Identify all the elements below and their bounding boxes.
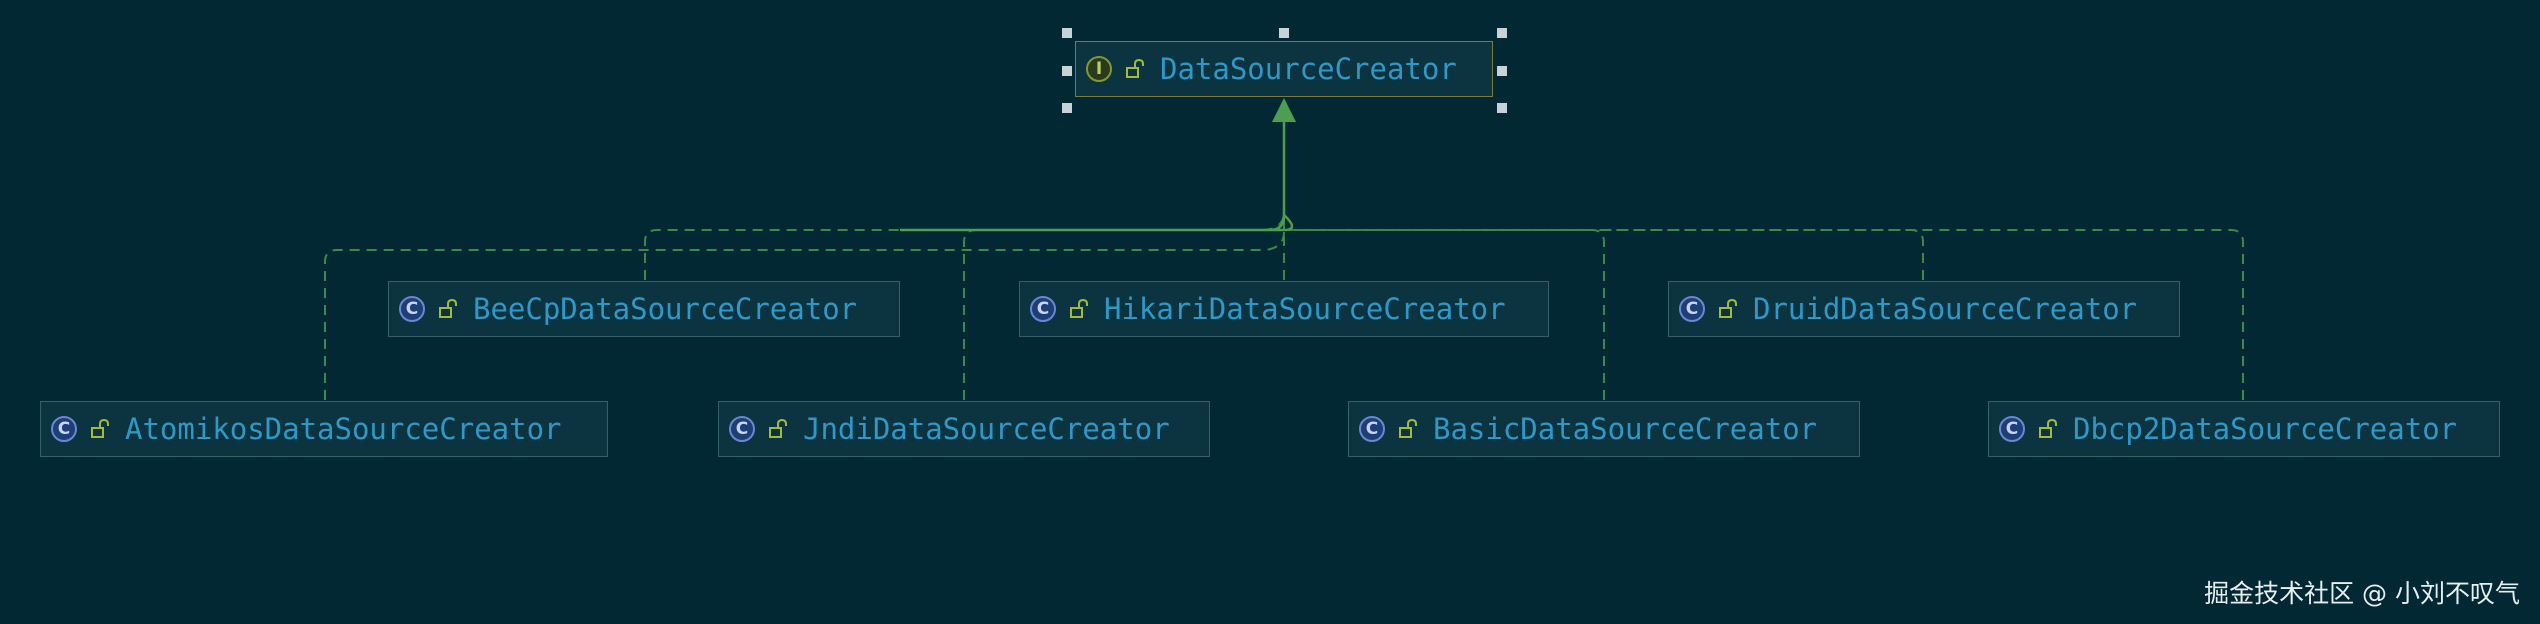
node-datasourcecreator[interactable]: I DataSourceCreator xyxy=(1075,41,1493,97)
class-icon: C xyxy=(399,296,425,322)
selection-handle-mr[interactable] xyxy=(1497,66,1507,76)
node-beecpdatasourcecreator[interactable]: C BeeCpDataSourceCreator xyxy=(388,281,900,337)
interface-icon: I xyxy=(1086,56,1112,82)
edge-highlight xyxy=(899,120,1294,232)
node-label: DruidDataSourceCreator xyxy=(1753,292,2138,326)
selection-handle-br[interactable] xyxy=(1497,103,1507,113)
node-druiddatasourcecreator[interactable]: C DruidDataSourceCreator xyxy=(1668,281,2180,337)
node-hikaridatasourcecreator[interactable]: C HikariDataSourceCreator xyxy=(1019,281,1549,337)
selection-handle-tr[interactable] xyxy=(1497,28,1507,38)
class-icon: C xyxy=(1359,416,1385,442)
selection-handle-tm[interactable] xyxy=(1279,28,1289,38)
node-jndidatasourcecreator[interactable]: C JndiDataSourceCreator xyxy=(718,401,1210,457)
selection-handle-bl[interactable] xyxy=(1062,103,1072,113)
class-icon: C xyxy=(51,416,77,442)
node-label: HikariDataSourceCreator xyxy=(1104,292,1506,326)
selection-handle-ml[interactable] xyxy=(1062,66,1072,76)
node-basicdatasourcecreator[interactable]: C BasicDataSourceCreator xyxy=(1348,401,1860,457)
node-label: Dbcp2DataSourceCreator xyxy=(2073,412,2458,446)
public-unlock-icon xyxy=(91,418,109,438)
node-label: AtomikosDataSourceCreator xyxy=(125,412,562,446)
public-unlock-icon xyxy=(1719,298,1737,318)
public-unlock-icon xyxy=(1399,418,1417,438)
realization-arrowhead xyxy=(1272,98,1296,122)
class-icon: C xyxy=(1030,296,1056,322)
watermark-text: 掘金技术社区 @ 小刘不叹气 xyxy=(2204,579,2520,608)
public-unlock-icon xyxy=(1070,298,1088,318)
public-unlock-icon xyxy=(439,298,457,318)
node-dbcp2datasourcecreator[interactable]: C Dbcp2DataSourceCreator xyxy=(1988,401,2500,457)
class-icon: C xyxy=(1679,296,1705,322)
public-unlock-icon xyxy=(1126,58,1144,78)
node-label: JndiDataSourceCreator xyxy=(803,412,1170,446)
node-label: DataSourceCreator xyxy=(1160,52,1457,86)
public-unlock-icon xyxy=(769,418,787,438)
node-label: BasicDataSourceCreator xyxy=(1433,412,1818,446)
uml-diagram-canvas[interactable]: I DataSourceCreator C BeeCpDataSourceCre… xyxy=(0,0,2540,624)
public-unlock-icon xyxy=(2039,418,2057,438)
class-icon: C xyxy=(729,416,755,442)
node-label: BeeCpDataSourceCreator xyxy=(473,292,858,326)
selection-handle-tl[interactable] xyxy=(1062,28,1072,38)
class-icon: C xyxy=(1999,416,2025,442)
node-atomikosdatasourcecreator[interactable]: C AtomikosDataSourceCreator xyxy=(40,401,608,457)
